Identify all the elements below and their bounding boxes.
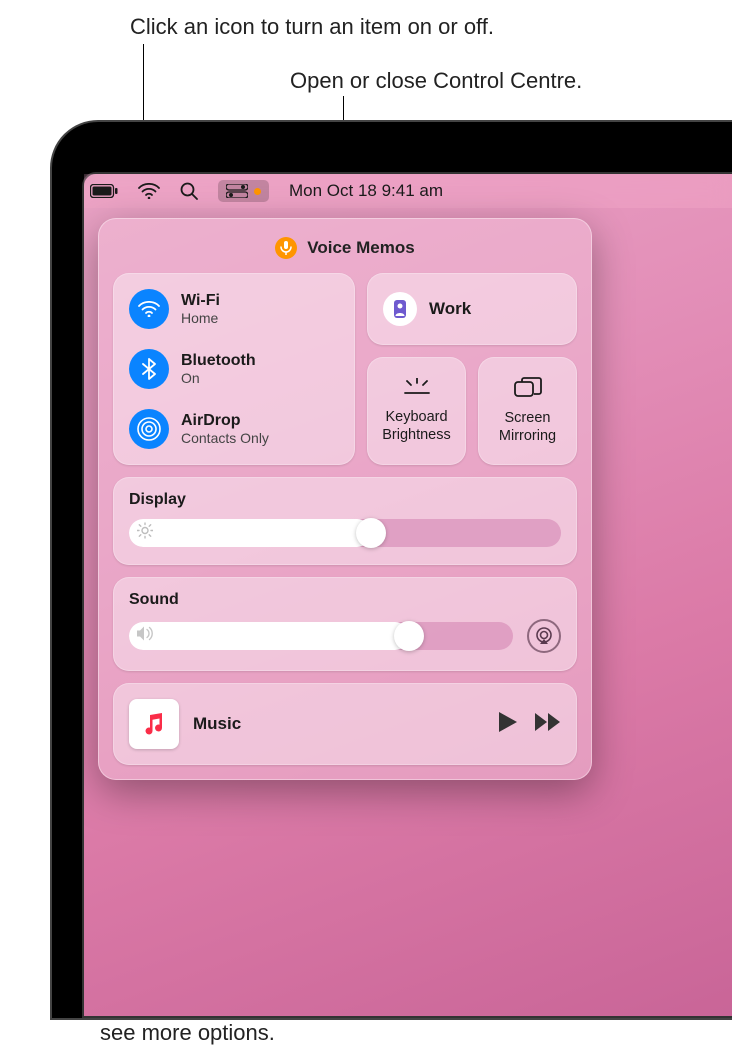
focus-label: Work bbox=[429, 299, 471, 319]
sound-card[interactable]: Sound bbox=[113, 577, 577, 671]
screen-mirroring-label: Screen Mirroring bbox=[486, 410, 569, 445]
menubar-datetime[interactable]: Mon Oct 18 9:41 am bbox=[289, 181, 443, 201]
display-title: Display bbox=[129, 491, 561, 509]
display-card[interactable]: Display bbox=[113, 477, 577, 565]
music-app-icon bbox=[129, 699, 179, 749]
keyboard-brightness-card[interactable]: Keyboard Brightness bbox=[367, 357, 466, 465]
airdrop-title: AirDrop bbox=[181, 412, 269, 430]
brightness-icon bbox=[137, 523, 153, 544]
wifi-title: Wi-Fi bbox=[181, 292, 220, 310]
bluetooth-icon[interactable] bbox=[129, 349, 169, 389]
display-slider-knob[interactable] bbox=[356, 518, 386, 548]
laptop-frame: Mon Oct 18 9:41 am Voice Memos bbox=[50, 120, 732, 1020]
menubar: Mon Oct 18 9:41 am bbox=[84, 174, 732, 208]
mic-active-dot-icon bbox=[254, 188, 261, 195]
music-title: Music bbox=[193, 714, 485, 734]
screen-mirroring-card[interactable]: Screen Mirroring bbox=[478, 357, 577, 465]
wifi-icon[interactable] bbox=[129, 289, 169, 329]
callout-open-close: Open or close Control Centre. bbox=[290, 66, 582, 96]
airdrop-icon[interactable] bbox=[129, 409, 169, 449]
bluetooth-title: Bluetooth bbox=[181, 352, 256, 370]
sound-slider-knob[interactable] bbox=[394, 621, 424, 651]
wifi-subtitle: Home bbox=[181, 310, 220, 326]
active-app-name: Voice Memos bbox=[307, 238, 414, 258]
sound-slider[interactable] bbox=[129, 622, 513, 650]
airdrop-subtitle: Contacts Only bbox=[181, 430, 269, 446]
control-centre-panel: Voice Memos Wi-Fi Home bbox=[98, 218, 592, 780]
keyboard-brightness-label: Keyboard Brightness bbox=[375, 409, 458, 444]
wifi-toggle[interactable]: Wi-Fi Home bbox=[129, 289, 339, 329]
focus-card[interactable]: Work bbox=[367, 273, 577, 345]
battery-icon[interactable] bbox=[90, 184, 118, 198]
callout-toggle: Click an icon to turn an item on or off. bbox=[130, 12, 494, 42]
next-track-button[interactable] bbox=[535, 713, 561, 736]
desktop: Mon Oct 18 9:41 am Voice Memos bbox=[82, 172, 732, 1018]
focus-badge-icon bbox=[383, 292, 417, 326]
bluetooth-subtitle: On bbox=[181, 370, 256, 386]
music-card[interactable]: Music bbox=[113, 683, 577, 765]
connectivity-card[interactable]: Wi-Fi Home Bluetooth On bbox=[113, 273, 355, 465]
keyboard-brightness-icon bbox=[402, 378, 432, 403]
play-button[interactable] bbox=[499, 712, 517, 737]
control-centre-menu-icon[interactable] bbox=[218, 180, 269, 202]
search-icon[interactable] bbox=[180, 182, 198, 200]
microphone-icon bbox=[275, 237, 297, 259]
airdrop-toggle[interactable]: AirDrop Contacts Only bbox=[129, 409, 339, 449]
volume-icon bbox=[137, 627, 155, 646]
airplay-audio-button[interactable] bbox=[527, 619, 561, 653]
active-app-indicator[interactable]: Voice Memos bbox=[113, 233, 577, 261]
display-slider[interactable] bbox=[129, 519, 561, 547]
bluetooth-toggle[interactable]: Bluetooth On bbox=[129, 349, 339, 389]
sound-title: Sound bbox=[129, 591, 561, 609]
screen-mirroring-icon bbox=[514, 377, 542, 404]
wifi-status-icon[interactable] bbox=[138, 183, 160, 199]
